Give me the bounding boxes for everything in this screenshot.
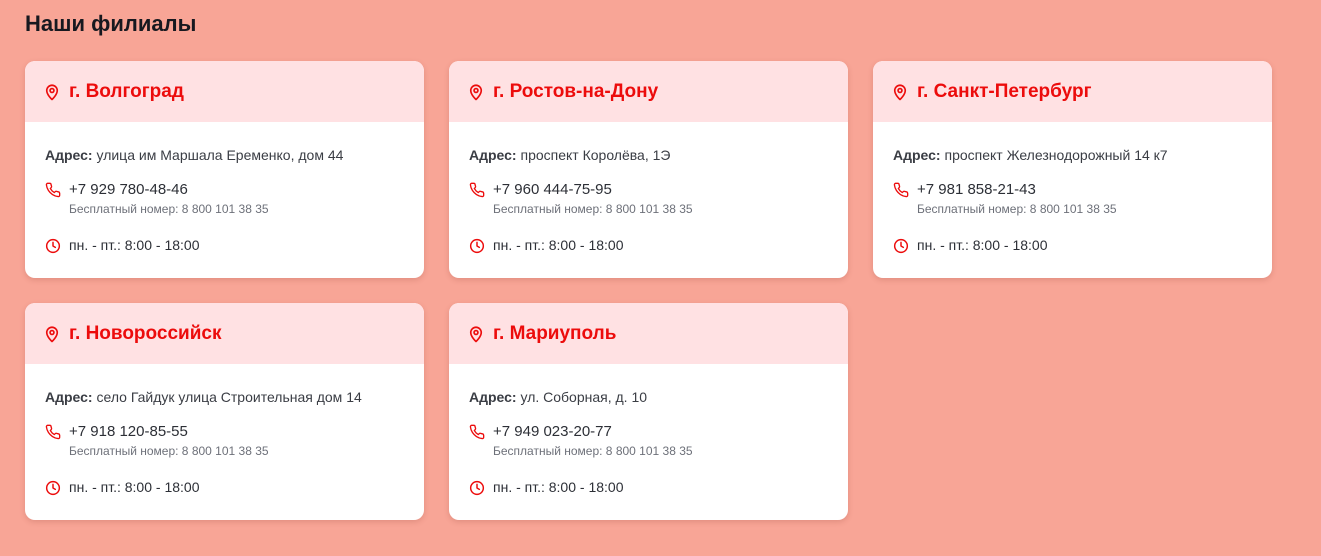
branch-card-novorossiysk: г. Новороссийск Адрес: село Гайдук улица… bbox=[25, 303, 424, 520]
address-label: Адрес: bbox=[45, 389, 93, 405]
branch-phone-link[interactable]: +7 960 444-75-95 bbox=[493, 181, 693, 199]
branches-grid: г. Волгоград Адрес: улица им Маршала Ере… bbox=[25, 61, 1272, 520]
branch-free-number: Бесплатный номер: 8 800 101 38 35 bbox=[493, 202, 693, 216]
clock-icon bbox=[469, 480, 485, 496]
branch-card-body: Адрес: ул. Соборная, д. 10 +7 949 023-20… bbox=[449, 364, 848, 496]
phone-icon bbox=[45, 182, 61, 198]
phone-icon bbox=[45, 424, 61, 440]
branch-phone-row: +7 929 780-48-46 Бесплатный номер: 8 800… bbox=[45, 181, 404, 217]
branch-hours-row: пн. - пт.: 8:00 - 18:00 bbox=[469, 236, 828, 254]
branch-card-body: Адрес: проспект Королёва, 1Э +7 960 444-… bbox=[449, 122, 848, 254]
branch-phone-row: +7 918 120-85-55 Бесплатный номер: 8 800… bbox=[45, 423, 404, 459]
location-pin-icon bbox=[43, 325, 61, 343]
branch-phone-row: +7 981 858-21-43 Бесплатный номер: 8 800… bbox=[893, 181, 1252, 217]
address-label: Адрес: bbox=[469, 147, 517, 163]
branch-hours: пн. - пт.: 8:00 - 18:00 bbox=[493, 479, 624, 495]
branch-free-number: Бесплатный номер: 8 800 101 38 35 bbox=[493, 444, 693, 458]
branch-card-header: г. Ростов-на-Дону bbox=[449, 61, 848, 122]
branch-address: Адрес: село Гайдук улица Строительная до… bbox=[45, 388, 404, 406]
branch-card-body: Адрес: проспект Железнодорожный 14 к7 +7… bbox=[873, 122, 1272, 254]
branch-hours-row: пн. - пт.: 8:00 - 18:00 bbox=[469, 478, 828, 496]
phone-icon bbox=[469, 424, 485, 440]
page-title: Наши филиалы bbox=[25, 11, 197, 36]
location-pin-icon bbox=[43, 83, 61, 101]
address-value: улица им Маршала Еременко, дом 44 bbox=[92, 147, 344, 163]
branch-hours-row: пн. - пт.: 8:00 - 18:00 bbox=[893, 236, 1252, 254]
branch-card-saint-petersburg: г. Санкт-Петербург Адрес: проспект Желез… bbox=[873, 61, 1272, 278]
branch-city: г. Мариуполь bbox=[493, 322, 617, 344]
branch-hours-row: пн. - пт.: 8:00 - 18:00 bbox=[45, 236, 404, 254]
branch-phone-row: +7 960 444-75-95 Бесплатный номер: 8 800… bbox=[469, 181, 828, 217]
location-pin-icon bbox=[467, 83, 485, 101]
address-label: Адрес: bbox=[469, 389, 517, 405]
branch-hours: пн. - пт.: 8:00 - 18:00 bbox=[493, 237, 624, 253]
branch-card-volgograd: г. Волгоград Адрес: улица им Маршала Ере… bbox=[25, 61, 424, 278]
branch-phone-row: +7 949 023-20-77 Бесплатный номер: 8 800… bbox=[469, 423, 828, 459]
clock-icon bbox=[469, 238, 485, 254]
branch-city: г. Волгоград bbox=[69, 80, 184, 102]
address-value: ул. Соборная, д. 10 bbox=[516, 389, 648, 405]
clock-icon bbox=[893, 238, 909, 254]
clock-icon bbox=[45, 238, 61, 254]
address-value: проспект Королёва, 1Э bbox=[516, 147, 671, 163]
branch-address: Адрес: проспект Железнодорожный 14 к7 bbox=[893, 146, 1252, 164]
branch-address: Адрес: улица им Маршала Еременко, дом 44 bbox=[45, 146, 404, 164]
branch-phone-link[interactable]: +7 918 120-85-55 bbox=[69, 423, 269, 441]
branch-city: г. Новороссийск bbox=[69, 322, 222, 344]
branch-card-header: г. Новороссийск bbox=[25, 303, 424, 364]
phone-icon bbox=[893, 182, 909, 198]
branch-card-rostov: г. Ростов-на-Дону Адрес: проспект Королё… bbox=[449, 61, 848, 278]
location-pin-icon bbox=[891, 83, 909, 101]
branch-phone-link[interactable]: +7 949 023-20-77 bbox=[493, 423, 693, 441]
branch-phone-link[interactable]: +7 929 780-48-46 bbox=[69, 181, 269, 199]
phone-icon bbox=[469, 182, 485, 198]
address-label: Адрес: bbox=[45, 147, 93, 163]
branch-card-header: г. Волгоград bbox=[25, 61, 424, 122]
branch-phone-link[interactable]: +7 981 858-21-43 bbox=[917, 181, 1117, 199]
address-label: Адрес: bbox=[893, 147, 941, 163]
branch-free-number: Бесплатный номер: 8 800 101 38 35 bbox=[69, 444, 269, 458]
branch-card-header: г. Мариуполь bbox=[449, 303, 848, 364]
branch-card-mariupol: г. Мариуполь Адрес: ул. Соборная, д. 10 … bbox=[449, 303, 848, 520]
branch-hours: пн. - пт.: 8:00 - 18:00 bbox=[69, 237, 200, 253]
branch-card-body: Адрес: улица им Маршала Еременко, дом 44… bbox=[25, 122, 424, 254]
branch-card-header: г. Санкт-Петербург bbox=[873, 61, 1272, 122]
address-value: село Гайдук улица Строительная дом 14 bbox=[92, 389, 362, 405]
location-pin-icon bbox=[467, 325, 485, 343]
branch-address: Адрес: проспект Королёва, 1Э bbox=[469, 146, 828, 164]
branch-free-number: Бесплатный номер: 8 800 101 38 35 bbox=[917, 202, 1117, 216]
clock-icon bbox=[45, 480, 61, 496]
branch-card-body: Адрес: село Гайдук улица Строительная до… bbox=[25, 364, 424, 496]
branch-hours: пн. - пт.: 8:00 - 18:00 bbox=[917, 237, 1048, 253]
branch-city: г. Ростов-на-Дону bbox=[493, 80, 659, 102]
branch-city: г. Санкт-Петербург bbox=[917, 80, 1092, 102]
branch-hours: пн. - пт.: 8:00 - 18:00 bbox=[69, 479, 200, 495]
branch-free-number: Бесплатный номер: 8 800 101 38 35 bbox=[69, 202, 269, 216]
branch-address: Адрес: ул. Соборная, д. 10 bbox=[469, 388, 828, 406]
address-value: проспект Железнодорожный 14 к7 bbox=[940, 147, 1168, 163]
branch-hours-row: пн. - пт.: 8:00 - 18:00 bbox=[45, 478, 404, 496]
